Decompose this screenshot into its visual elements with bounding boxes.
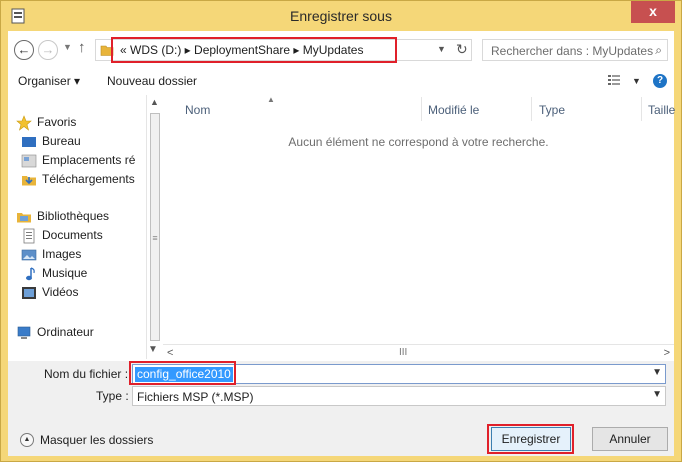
organize-button[interactable]: Organiser ▾: [18, 74, 80, 88]
cancel-button[interactable]: Annuler: [592, 427, 668, 451]
libraries-icon: [17, 213, 31, 223]
command-bar: Organiser ▾ Nouveau dossier ▼ ?: [8, 67, 674, 95]
empty-message: Aucun élément ne correspond à votre rech…: [288, 135, 549, 149]
window-title: Enregistrer sous: [290, 8, 392, 24]
scroll-right-icon[interactable]: >: [664, 347, 670, 359]
filename-annotation-box: [129, 361, 236, 385]
navigation-pane: Favoris Bureau Emplacements ré Télécharg…: [8, 95, 163, 361]
address-row: ← → ▼ ↑ « WDS (D:) ▸ DeploymentShare ▸ M…: [8, 31, 674, 67]
sidebar-item-label: Ordinateur: [37, 325, 94, 339]
column-divider[interactable]: [531, 97, 532, 121]
grip-icon[interactable]: III: [399, 347, 407, 358]
sidebar-item-label: Images: [42, 247, 82, 261]
close-button[interactable]: x: [631, 1, 675, 23]
downloads-icon: [22, 176, 36, 186]
desktop-icon: [22, 137, 36, 147]
column-divider[interactable]: [421, 97, 422, 121]
filename-label: Nom du fichier :: [44, 367, 129, 381]
sidebar-item-label: Vidéos: [42, 285, 79, 299]
images-icon: [21, 249, 37, 261]
documents-icon: [23, 228, 35, 244]
up-button[interactable]: ↑: [78, 39, 86, 56]
sidebar-item-label: Emplacements ré: [42, 153, 136, 167]
collapse-icon: ▲: [20, 433, 34, 447]
view-dropdown-icon[interactable]: ▼: [632, 76, 641, 86]
search-icon[interactable]: ⌕: [655, 43, 662, 58]
column-divider[interactable]: [641, 97, 642, 121]
view-options-icon[interactable]: [608, 75, 620, 85]
recent-places-icon: [21, 154, 37, 168]
title-bar[interactable]: Enregistrer sous x: [1, 1, 681, 31]
forward-button[interactable]: →: [38, 40, 58, 60]
computer-icon: [17, 326, 31, 339]
chevron-down-icon[interactable]: ▼: [652, 367, 662, 378]
horizontal-scrollbar[interactable]: < III >: [163, 344, 674, 361]
search-input[interactable]: Rechercher dans : MyUpdates ⌕: [482, 39, 668, 61]
refresh-icon[interactable]: ↻: [456, 41, 468, 58]
search-placeholder: Rechercher dans : MyUpdates: [491, 44, 654, 58]
hide-folders-label: Masquer les dossiers: [40, 433, 154, 447]
column-header-name[interactable]: Nom: [185, 103, 210, 117]
star-icon: [16, 115, 32, 131]
sidebar-item-label: Favoris: [37, 115, 77, 129]
recent-locations-dropdown[interactable]: ▼: [63, 42, 72, 52]
address-dropdown-icon[interactable]: ▼: [437, 44, 446, 54]
sort-up-icon: ▲: [267, 95, 275, 104]
save-as-dialog: Enregistrer sous x ← → ▼ ↑ « WDS (D:) ▸ …: [0, 0, 682, 462]
type-label: Type :: [96, 389, 129, 403]
sidebar-item-label: Documents: [42, 228, 103, 242]
help-icon[interactable]: ?: [653, 74, 667, 88]
file-list[interactable]: ▲ Nom Modifié le Type Taille Aucun éléme…: [163, 95, 675, 345]
music-icon: [26, 267, 35, 281]
grip-icon: ≡: [152, 233, 158, 243]
sidebar-item-label: Bureau: [42, 134, 81, 148]
scroll-left-icon[interactable]: <: [167, 347, 173, 359]
back-button[interactable]: ←: [14, 40, 34, 60]
column-header-size[interactable]: Taille: [648, 103, 675, 117]
file-type-select[interactable]: Fichiers MSP (*.MSP) ▼: [132, 386, 666, 406]
scroll-up-icon[interactable]: ▲: [150, 97, 159, 107]
sidebar-item-label: Bibliothèques: [37, 209, 110, 223]
videos-icon: [22, 287, 36, 299]
save-button[interactable]: Enregistrer: [491, 427, 571, 451]
new-folder-button[interactable]: Nouveau dossier: [107, 74, 197, 88]
dialog-body: ← → ▼ ↑ « WDS (D:) ▸ DeploymentShare ▸ M…: [8, 31, 675, 456]
address-annotation-box: [111, 37, 397, 63]
column-header-type[interactable]: Type: [539, 103, 565, 117]
navigation-scrollbar[interactable]: ▲ ≡: [146, 95, 163, 359]
scroll-down-icon[interactable]: ▼: [148, 344, 158, 355]
sidebar-item-label: Musique: [42, 266, 88, 280]
chevron-down-icon[interactable]: ▼: [652, 389, 662, 400]
scroll-thumb[interactable]: ≡: [150, 113, 160, 341]
sidebar-item-label: Téléchargements: [42, 172, 135, 186]
file-type-value: Fichiers MSP (*.MSP): [137, 390, 254, 404]
column-header-modified[interactable]: Modifié le: [428, 103, 479, 117]
